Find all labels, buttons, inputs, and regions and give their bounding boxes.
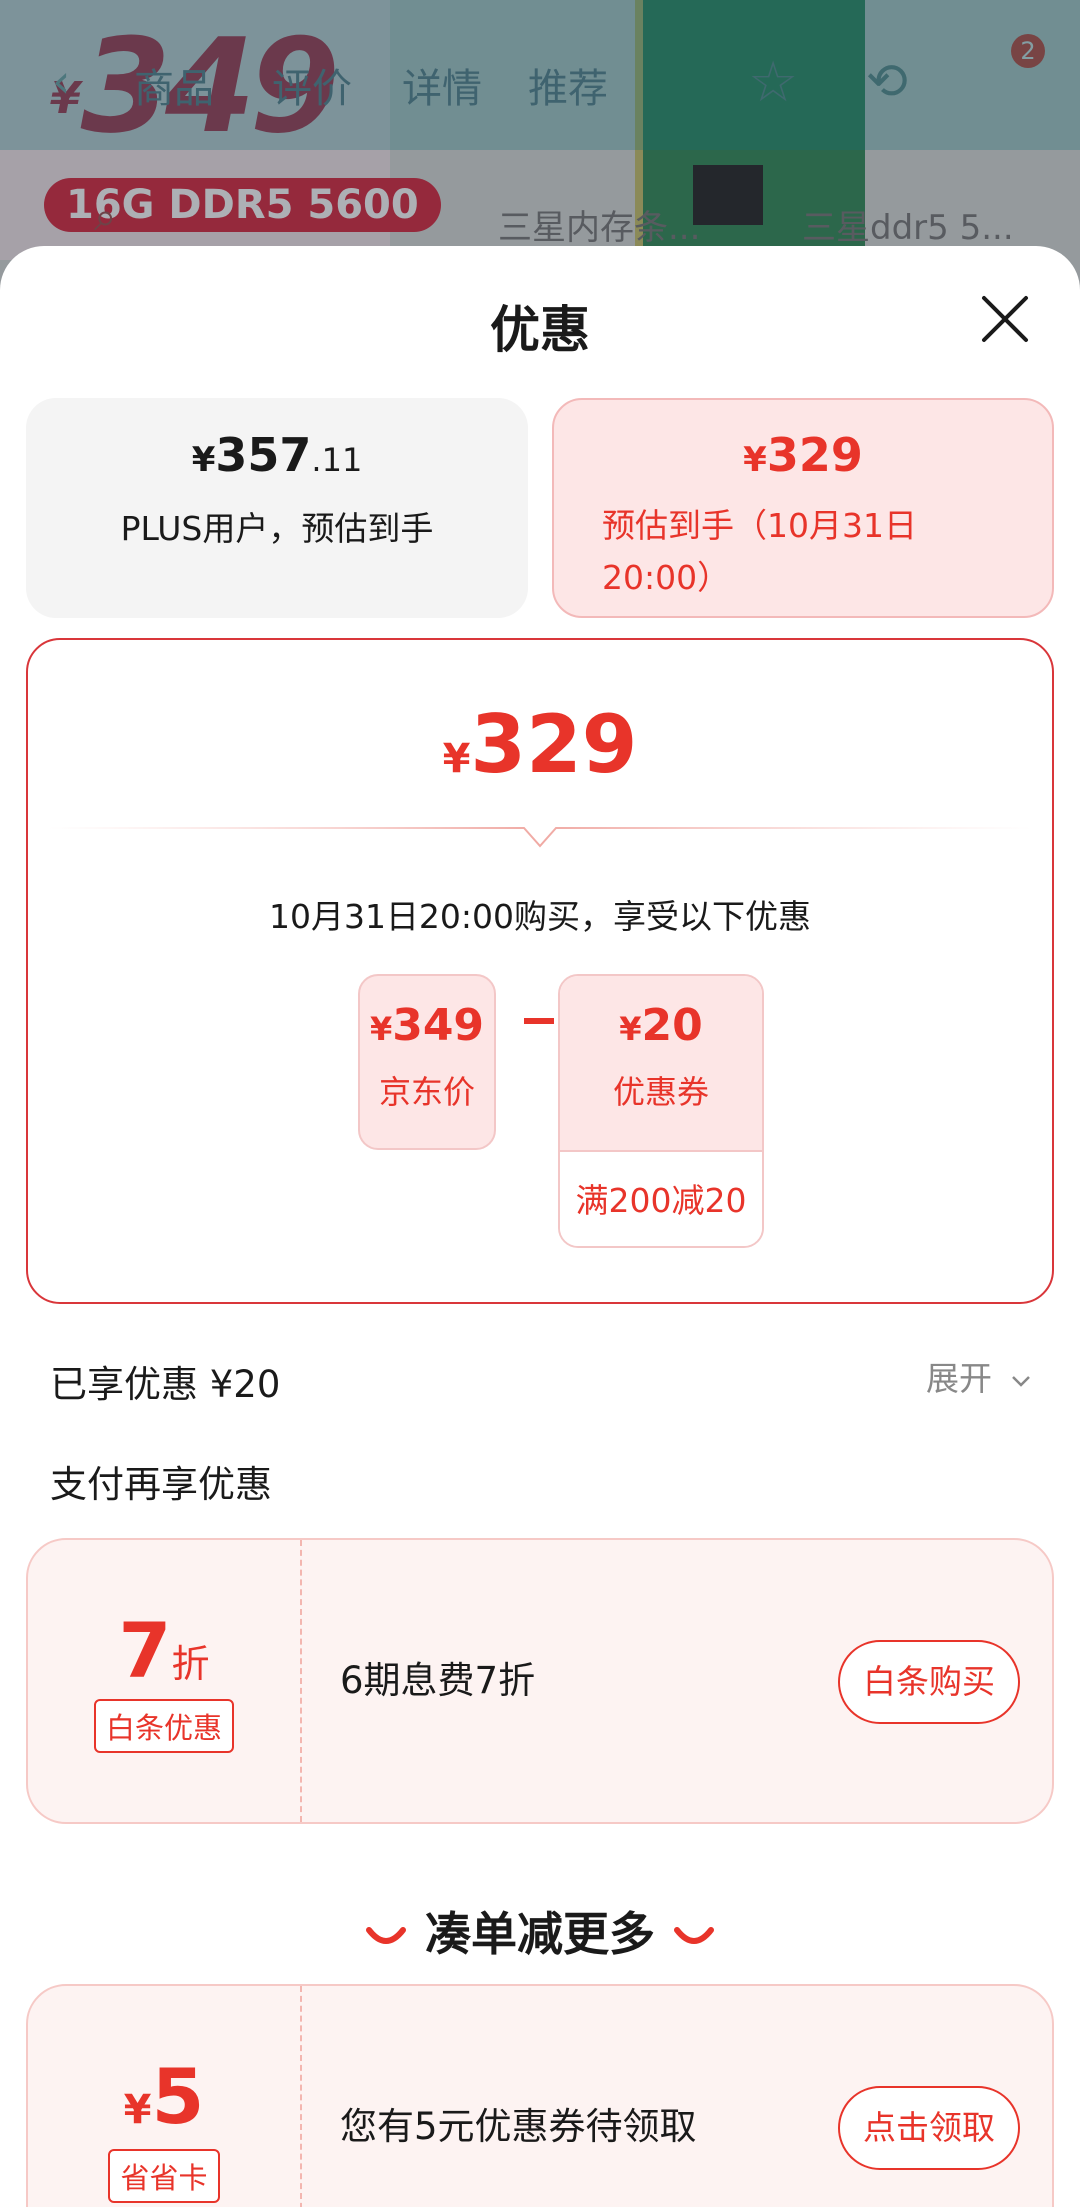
minus-sign <box>524 1018 554 1024</box>
price-breakdown: ¥329 10月31日20:00购买，享受以下优惠 ¥349 京东价 ¥20 优… <box>26 638 1054 1304</box>
smile-arc-icon <box>366 1926 406 1944</box>
enjoyed-discount: 已享优惠 ¥20 <box>50 1363 281 1406</box>
baitiao-desc: 6期息费7折 <box>340 1659 536 1702</box>
plus-price: ¥357.11 <box>191 428 363 482</box>
jd-price-label: 京东价 <box>378 1073 475 1111</box>
plus-price-option[interactable]: ¥357.11 PLUS用户，预估到手 <box>26 398 528 618</box>
baitiao-buy-button[interactable]: 白条购买 <box>838 1640 1020 1724</box>
coupon-amount: ¥5 <box>123 2052 205 2141</box>
more-discount-heading: 凑单减更多 <box>0 1898 1080 1964</box>
coupon-desc: 您有5元优惠券待领取 <box>340 2105 697 2148</box>
final-price: ¥329 <box>442 698 638 791</box>
baitiao-tag: 白条优惠 <box>93 1699 234 1753</box>
coupon-condition: 满200减20 <box>560 1150 762 1246</box>
divider-pointer <box>48 827 1032 848</box>
savings-card-tag: 省省卡 <box>108 2149 220 2203</box>
claim-coupon-button[interactable]: 点击领取 <box>838 2086 1020 2170</box>
baitiao-discount: 7折 <box>118 1606 210 1695</box>
chevron-down-icon <box>1011 1375 1030 1387</box>
plus-price-desc: PLUS用户，预估到手 <box>120 509 434 548</box>
expand-label: 展开 <box>926 1359 992 1398</box>
jd-price-chip: ¥349 京东价 <box>358 974 496 1150</box>
estimated-price-option[interactable]: ¥329 预估到手（10月31日20:00） <box>552 398 1054 618</box>
expand-toggle[interactable]: 展开 <box>926 1352 1033 1400</box>
estimated-price: ¥329 <box>743 428 863 482</box>
sheet-title: 优惠 <box>490 301 590 359</box>
coupon-promo-card: ¥5 省省卡 您有5元优惠券待领取 点击领取 <box>26 1984 1054 2207</box>
smile-arc-icon <box>674 1926 714 1944</box>
baitiao-promo-card: 7折 白条优惠 6期息费7折 白条购买 <box>26 1538 1054 1824</box>
purchase-note: 10月31日20:00购买，享受以下优惠 <box>268 897 812 936</box>
estimated-price-desc: 预估到手（10月31日20:00） <box>602 506 917 597</box>
pay-more-heading: 支付再享优惠 <box>50 1463 272 1506</box>
discount-sheet: 优惠 ¥357.11 PLUS用户，预估到手 ¥329 预估到手（10月31日2… <box>0 246 1080 2207</box>
close-icon[interactable] <box>980 294 1030 344</box>
coupon-label: 优惠券 <box>612 1073 709 1111</box>
coupon-chip: ¥20 优惠券 满200减20 <box>558 974 764 1248</box>
